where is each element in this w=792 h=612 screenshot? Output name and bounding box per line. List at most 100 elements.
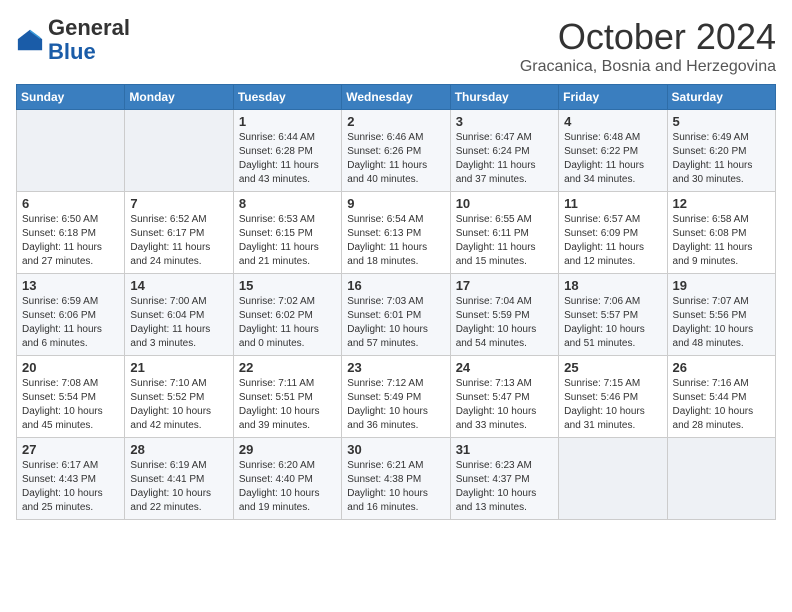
- day-number: 28: [130, 442, 227, 457]
- day-number: 25: [564, 360, 661, 375]
- cell-content: Sunrise: 7:11 AMSunset: 5:51 PMDaylight:…: [239, 377, 336, 433]
- header-sunday: Sunday: [17, 85, 125, 110]
- cell-content: Sunrise: 6:23 AMSunset: 4:37 PMDaylight:…: [456, 459, 553, 515]
- calendar-week-row: 13 Sunrise: 6:59 AMSunset: 6:06 PMDayligh…: [17, 274, 776, 356]
- calendar-cell: [17, 110, 125, 192]
- cell-content: Sunrise: 6:55 AMSunset: 6:11 PMDaylight:…: [456, 213, 553, 269]
- calendar-cell: 4 Sunrise: 6:48 AMSunset: 6:22 PMDaylight…: [559, 110, 667, 192]
- cell-content: Sunrise: 7:10 AMSunset: 5:52 PMDaylight:…: [130, 377, 227, 433]
- day-number: 18: [564, 278, 661, 293]
- calendar-cell: 19Sunrise: 7:07 AMSunset: 5:56 PMDayligh…: [667, 274, 775, 356]
- logo: General Blue: [16, 16, 130, 64]
- day-number: 3: [456, 114, 553, 129]
- day-number: 10: [456, 196, 553, 211]
- header-saturday: Saturday: [667, 85, 775, 110]
- calendar-cell: 10 Sunrise: 6:55 AMSunset: 6:11 PMDayligh…: [450, 192, 558, 274]
- cell-content: Sunrise: 7:15 AMSunset: 5:46 PMDaylight:…: [564, 377, 661, 433]
- calendar-cell: 28 Sunrise: 6:19 AMSunset: 4:41 PMDayligh…: [125, 438, 233, 520]
- day-number: 1: [239, 114, 336, 129]
- calendar-cell: 25 Sunrise: 7:15 AMSunset: 5:46 PMDayligh…: [559, 356, 667, 438]
- calendar-cell: 13 Sunrise: 6:59 AMSunset: 6:06 PMDayligh…: [17, 274, 125, 356]
- day-number: 22: [239, 360, 336, 375]
- calendar-cell: 15 Sunrise: 7:02 AMSunset: 6:02 PMDayligh…: [233, 274, 341, 356]
- day-number: 11: [564, 196, 661, 211]
- location-subtitle: Gracanica, Bosnia and Herzegovina: [520, 58, 776, 76]
- calendar-cell: 14Sunrise: 7:00 AMSunset: 6:04 PMDayligh…: [125, 274, 233, 356]
- calendar-cell: 7Sunrise: 6:52 AMSunset: 6:17 PMDaylight…: [125, 192, 233, 274]
- day-number: 24: [456, 360, 553, 375]
- day-number: 31: [456, 442, 553, 457]
- day-number: 20: [22, 360, 119, 375]
- day-number: 4: [564, 114, 661, 129]
- calendar-cell: 6Sunrise: 6:50 AMSunset: 6:18 PMDaylight…: [17, 192, 125, 274]
- day-number: 8: [239, 196, 336, 211]
- calendar-cell: 30 Sunrise: 6:21 AMSunset: 4:38 PMDayligh…: [342, 438, 450, 520]
- cell-content: Sunrise: 7:00 AMSunset: 6:04 PMDaylight:…: [130, 295, 227, 351]
- cell-content: Sunrise: 6:20 AMSunset: 4:40 PMDaylight:…: [239, 459, 336, 515]
- calendar-cell: [125, 110, 233, 192]
- header-wednesday: Wednesday: [342, 85, 450, 110]
- cell-content: Sunrise: 6:48 AMSunset: 6:22 PMDaylight:…: [564, 131, 661, 187]
- cell-content: Sunrise: 7:03 AMSunset: 6:01 PMDaylight:…: [347, 295, 444, 351]
- month-title: October 2024: [520, 16, 776, 58]
- logo-icon: [16, 26, 44, 54]
- cell-content: Sunrise: 6:46 AMSunset: 6:26 PMDaylight:…: [347, 131, 444, 187]
- cell-content: Sunrise: 6:50 AMSunset: 6:18 PMDaylight:…: [22, 213, 119, 269]
- calendar-cell: 21 Sunrise: 7:10 AMSunset: 5:52 PMDayligh…: [125, 356, 233, 438]
- calendar-cell: [667, 438, 775, 520]
- cell-content: Sunrise: 6:54 AMSunset: 6:13 PMDaylight:…: [347, 213, 444, 269]
- day-number: 5: [673, 114, 770, 129]
- calendar-cell: 20 Sunrise: 7:08 AMSunset: 5:54 PMDayligh…: [17, 356, 125, 438]
- calendar-table: SundayMondayTuesdayWednesdayThursdayFrid…: [16, 84, 776, 520]
- calendar-cell: 11 Sunrise: 6:57 AMSunset: 6:09 PMDayligh…: [559, 192, 667, 274]
- header-friday: Friday: [559, 85, 667, 110]
- day-number: 12: [673, 196, 770, 211]
- cell-content: Sunrise: 6:44 AMSunset: 6:28 PMDaylight:…: [239, 131, 336, 187]
- day-number: 15: [239, 278, 336, 293]
- calendar-cell: 22 Sunrise: 7:11 AMSunset: 5:51 PMDayligh…: [233, 356, 341, 438]
- calendar-cell: 5 Sunrise: 6:49 AMSunset: 6:20 PMDaylight…: [667, 110, 775, 192]
- cell-content: Sunrise: 6:58 AMSunset: 6:08 PMDaylight:…: [673, 213, 770, 269]
- logo-text: General Blue: [48, 15, 130, 64]
- calendar-cell: 27 Sunrise: 6:17 AMSunset: 4:43 PMDayligh…: [17, 438, 125, 520]
- calendar-cell: 12 Sunrise: 6:58 AMSunset: 6:08 PMDayligh…: [667, 192, 775, 274]
- day-number: 21: [130, 360, 227, 375]
- day-number: 30: [347, 442, 444, 457]
- page-header: General Blue October 2024 Gracanica, Bos…: [16, 16, 776, 76]
- calendar-cell: 23 Sunrise: 7:12 AMSunset: 5:49 PMDayligh…: [342, 356, 450, 438]
- calendar-cell: 3Sunrise: 6:47 AMSunset: 6:24 PMDaylight…: [450, 110, 558, 192]
- header-monday: Monday: [125, 85, 233, 110]
- calendar-cell: 17Sunrise: 7:04 AMSunset: 5:59 PMDayligh…: [450, 274, 558, 356]
- day-number: 29: [239, 442, 336, 457]
- day-number: 13: [22, 278, 119, 293]
- cell-content: Sunrise: 6:57 AMSunset: 6:09 PMDaylight:…: [564, 213, 661, 269]
- cell-content: Sunrise: 7:02 AMSunset: 6:02 PMDaylight:…: [239, 295, 336, 351]
- calendar-cell: 8 Sunrise: 6:53 AMSunset: 6:15 PMDaylight…: [233, 192, 341, 274]
- cell-content: Sunrise: 7:07 AMSunset: 5:56 PMDaylight:…: [673, 295, 770, 351]
- title-block: October 2024 Gracanica, Bosnia and Herze…: [520, 16, 776, 76]
- cell-content: Sunrise: 7:13 AMSunset: 5:47 PMDaylight:…: [456, 377, 553, 433]
- cell-content: Sunrise: 7:12 AMSunset: 5:49 PMDaylight:…: [347, 377, 444, 433]
- day-number: 23: [347, 360, 444, 375]
- cell-content: Sunrise: 7:16 AMSunset: 5:44 PMDaylight:…: [673, 377, 770, 433]
- calendar-week-row: 1 Sunrise: 6:44 AMSunset: 6:28 PMDaylight…: [17, 110, 776, 192]
- calendar-cell: 1 Sunrise: 6:44 AMSunset: 6:28 PMDaylight…: [233, 110, 341, 192]
- calendar-week-row: 20 Sunrise: 7:08 AMSunset: 5:54 PMDayligh…: [17, 356, 776, 438]
- day-number: 2: [347, 114, 444, 129]
- day-number: 27: [22, 442, 119, 457]
- cell-content: Sunrise: 6:19 AMSunset: 4:41 PMDaylight:…: [130, 459, 227, 515]
- calendar-cell: 24 Sunrise: 7:13 AMSunset: 5:47 PMDayligh…: [450, 356, 558, 438]
- cell-content: Sunrise: 6:17 AMSunset: 4:43 PMDaylight:…: [22, 459, 119, 515]
- calendar-cell: 29 Sunrise: 6:20 AMSunset: 4:40 PMDayligh…: [233, 438, 341, 520]
- calendar-cell: 16Sunrise: 7:03 AMSunset: 6:01 PMDayligh…: [342, 274, 450, 356]
- cell-content: Sunrise: 6:53 AMSunset: 6:15 PMDaylight:…: [239, 213, 336, 269]
- header-tuesday: Tuesday: [233, 85, 341, 110]
- cell-content: Sunrise: 6:49 AMSunset: 6:20 PMDaylight:…: [673, 131, 770, 187]
- cell-content: Sunrise: 7:08 AMSunset: 5:54 PMDaylight:…: [22, 377, 119, 433]
- cell-content: Sunrise: 6:59 AMSunset: 6:06 PMDaylight:…: [22, 295, 119, 351]
- calendar-cell: [559, 438, 667, 520]
- calendar-header-row: SundayMondayTuesdayWednesdayThursdayFrid…: [17, 85, 776, 110]
- calendar-cell: 2 Sunrise: 6:46 AMSunset: 6:26 PMDaylight…: [342, 110, 450, 192]
- cell-content: Sunrise: 7:04 AMSunset: 5:59 PMDaylight:…: [456, 295, 553, 351]
- cell-content: Sunrise: 6:21 AMSunset: 4:38 PMDaylight:…: [347, 459, 444, 515]
